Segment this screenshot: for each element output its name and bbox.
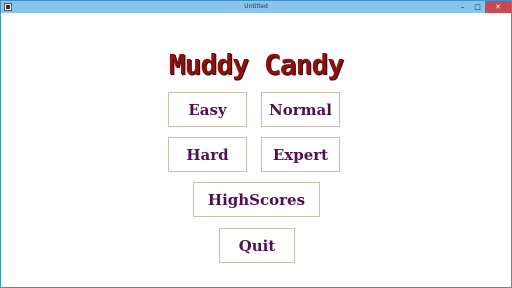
game-title: Muddy Candy (168, 48, 344, 81)
window-title: Untitled (244, 3, 268, 10)
quit-button[interactable]: Quit (219, 228, 295, 263)
hard-button[interactable]: Hard (168, 137, 247, 172)
easy-button[interactable]: Easy (168, 92, 247, 127)
window-controls: – □ ✕ (455, 1, 511, 13)
highscores-button[interactable]: HighScores (193, 182, 320, 217)
close-button[interactable]: ✕ (485, 1, 511, 13)
title-bar[interactable]: Untitled – □ ✕ (1, 1, 511, 13)
normal-button[interactable]: Normal (261, 92, 340, 127)
expert-button[interactable]: Expert (261, 137, 340, 172)
minimize-button[interactable]: – (455, 1, 470, 13)
game-screen: Muddy Candy Easy Normal Hard Expert High… (1, 13, 511, 287)
maximize-button[interactable]: □ (470, 1, 485, 13)
app-window: Untitled – □ ✕ Muddy Candy Easy Normal H… (0, 0, 512, 288)
